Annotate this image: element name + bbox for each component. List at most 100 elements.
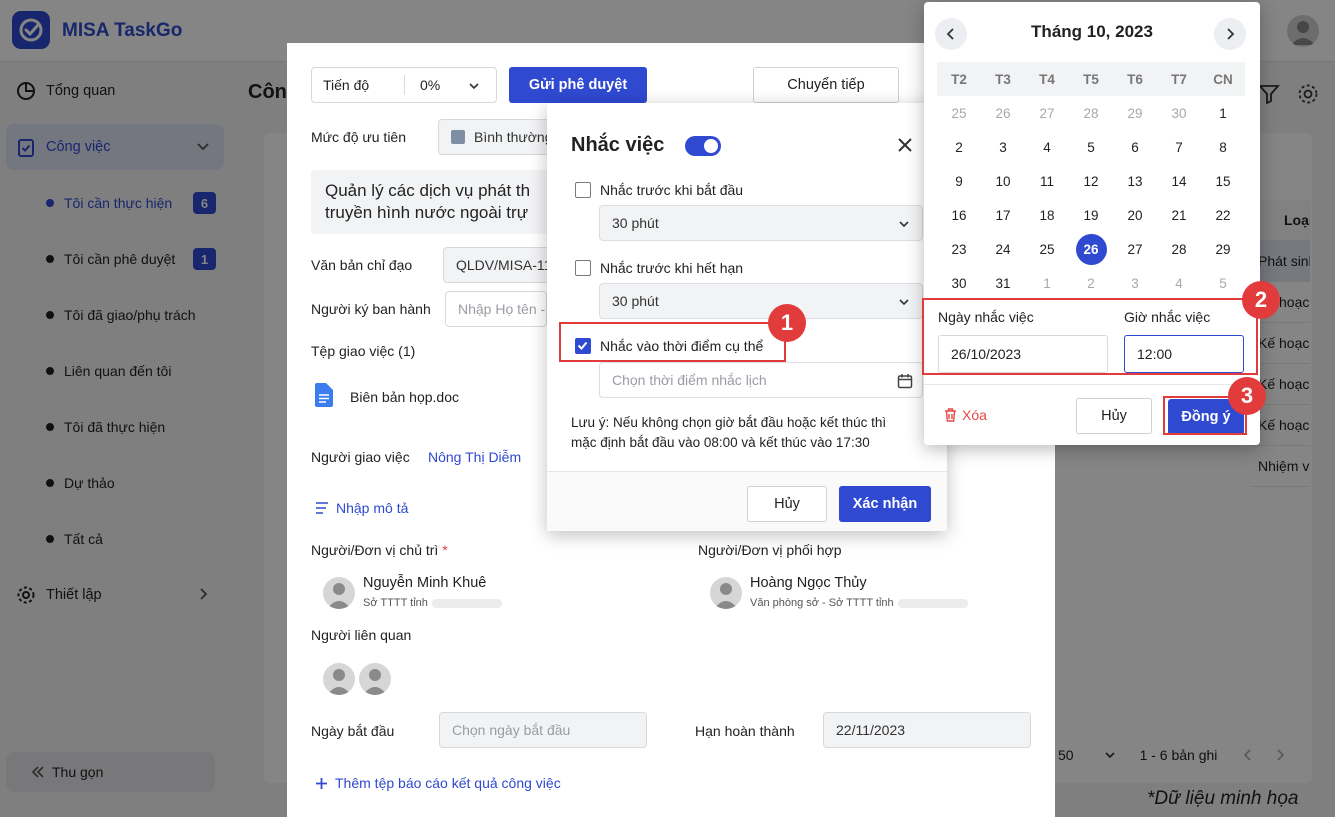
calendar-day[interactable]: 15 [1201, 164, 1245, 198]
checkbox[interactable] [575, 182, 591, 198]
calendar-day[interactable]: 11 [1025, 164, 1069, 198]
file-name[interactable]: Biên bản họp.doc [350, 389, 459, 405]
before-end-select[interactable]: 30 phút [599, 283, 923, 319]
related-avatar[interactable] [359, 659, 395, 699]
calendar-day-label: 12 [1083, 173, 1099, 189]
calendar-day[interactable]: 5 [1069, 130, 1113, 164]
calendar-day[interactable]: 28 [1069, 96, 1113, 130]
calendar-day[interactable]: 24 [981, 232, 1025, 266]
calendar-day-label: 3 [999, 139, 1007, 155]
calendar-day[interactable]: 3 [1113, 266, 1157, 300]
calendar-day[interactable]: 29 [1201, 232, 1245, 266]
calendar-day-label: 20 [1127, 207, 1143, 223]
calendar-day[interactable]: 16 [937, 198, 981, 232]
assigner-value[interactable]: Nông Thị Diễm [428, 449, 521, 465]
start-date-input[interactable]: Chọn ngày bắt đầu [439, 712, 647, 748]
calendar-day[interactable]: 4 [1025, 130, 1069, 164]
calendar-day[interactable]: 25 [1025, 232, 1069, 266]
calendar-day[interactable]: 19 [1069, 198, 1113, 232]
directive-field[interactable]: QLDV/MISA-111 [443, 247, 553, 283]
calendar-day[interactable]: 27 [1025, 96, 1069, 130]
priority-label: Mức độ ưu tiên [311, 129, 407, 145]
calendar-day[interactable]: 1 [1201, 96, 1245, 130]
calendar-day[interactable]: 31 [981, 266, 1025, 300]
calendar-day-label: 29 [1215, 241, 1231, 257]
person-name: Nguyễn Minh Khuê [363, 575, 487, 591]
before-start-select[interactable]: 30 phút [599, 205, 923, 241]
reminder-confirm-button[interactable]: Xác nhận [839, 486, 931, 522]
weekday-label: T5 [1083, 71, 1099, 87]
delete-label: Xóa [962, 407, 987, 423]
coop-label: Người/Đơn vị phối hợp [698, 542, 842, 558]
calendar-day[interactable]: 30 [1157, 96, 1201, 130]
calendar-day[interactable]: 23 [937, 232, 981, 266]
calendar-day[interactable]: 21 [1157, 198, 1201, 232]
add-report-link[interactable]: Thêm tệp báo cáo kết quả công việc [315, 775, 561, 791]
delete-button[interactable]: Xóa [944, 407, 987, 423]
calendar-day[interactable]: 26 [1069, 232, 1113, 266]
calendar-icon[interactable] [897, 373, 913, 389]
calendar-day[interactable]: 13 [1113, 164, 1157, 198]
directive-label: Văn bản chỉ đạo [311, 257, 413, 273]
owner-person[interactable]: Nguyễn Minh Khuê Sở TTTT tỉnh [323, 573, 583, 613]
reminder-toggle[interactable] [685, 136, 721, 156]
progress-select[interactable]: Tiến độ 0% [311, 67, 497, 103]
calendar-day[interactable]: 4 [1157, 266, 1201, 300]
calendar-day-label: 27 [1039, 105, 1055, 121]
calendar-day[interactable]: 8 [1201, 130, 1245, 164]
calendar-day[interactable]: 30 [937, 266, 981, 300]
calendar-day[interactable]: 27 [1113, 232, 1157, 266]
calendar-day[interactable]: 2 [1069, 266, 1113, 300]
calendar-day-label: 1 [1219, 105, 1227, 121]
person-org-text: Sở TTTT tỉnh [363, 597, 428, 609]
due-date-input[interactable]: 22/11/2023 [823, 712, 1031, 748]
coop-person[interactable]: Hoàng Ngọc Thủy Văn phòng sở - Sở TTTT t… [710, 573, 990, 613]
add-description-link[interactable]: Nhập mô tả [315, 500, 408, 516]
calendar-day[interactable]: 26 [981, 96, 1025, 130]
calendar-day[interactable]: 5 [1201, 266, 1245, 300]
calendar-day[interactable]: 25 [937, 96, 981, 130]
checkbox[interactable] [575, 260, 591, 276]
specific-time-input[interactable]: Chọn thời điểm nhắc lịch [599, 362, 923, 398]
option-label: Nhắc trước khi bắt đầu [600, 182, 744, 198]
signer-input[interactable]: Nhập Họ tên - [445, 291, 547, 327]
next-month-button[interactable] [1214, 18, 1246, 50]
option-before-start[interactable]: Nhắc trước khi bắt đầu [575, 179, 743, 201]
calendar-day[interactable]: 18 [1025, 198, 1069, 232]
calendar-day[interactable]: 20 [1113, 198, 1157, 232]
document-icon [315, 383, 333, 407]
calendar-day[interactable]: 3 [981, 130, 1025, 164]
calendar-day[interactable]: 10 [981, 164, 1025, 198]
calendar-day[interactable]: 22 [1201, 198, 1245, 232]
option-before-end[interactable]: Nhắc trước khi hết hạn [575, 257, 743, 279]
progress-value: 0% [420, 77, 441, 93]
calendar-day-label: 22 [1215, 207, 1231, 223]
calendar-day[interactable]: 14 [1157, 164, 1201, 198]
related-avatar[interactable] [323, 659, 359, 699]
highlight-box [559, 322, 786, 362]
close-icon[interactable] [896, 136, 914, 154]
calendar-day[interactable]: 29 [1113, 96, 1157, 130]
calendar-week-row: 16 17 18 19 20 21 22 [937, 198, 1245, 232]
calendar-day[interactable]: 17 [981, 198, 1025, 232]
reminder-cancel-button[interactable]: Hủy [747, 486, 827, 522]
calendar-day[interactable]: 2 [937, 130, 981, 164]
calendar-day-label: 13 [1127, 173, 1143, 189]
calendar-day-label: 5 [1087, 139, 1095, 155]
forward-button[interactable]: Chuyển tiếp [753, 67, 899, 103]
calendar-day[interactable]: 6 [1113, 130, 1157, 164]
calendar-week-row: 2 3 4 5 6 7 8 [937, 130, 1245, 164]
task-title[interactable]: Quản lý các dịch vụ phát th truyền hình … [311, 170, 571, 234]
person-org: Văn phòng sở - Sở TTTT tỉnh [750, 597, 968, 609]
picker-cancel-button[interactable]: Hủy [1076, 398, 1152, 434]
calendar-day[interactable]: 1 [1025, 266, 1069, 300]
calendar-day-label: 1 [1043, 275, 1051, 291]
calendar-day[interactable]: 12 [1069, 164, 1113, 198]
dialog-title: Nhắc việc [571, 134, 665, 156]
calendar-day[interactable]: 28 [1157, 232, 1201, 266]
calendar-day[interactable]: 7 [1157, 130, 1201, 164]
calendar-day-label: 24 [995, 241, 1011, 257]
calendar-day-label: 30 [1171, 105, 1187, 121]
send-approval-button[interactable]: Gửi phê duyệt [509, 67, 647, 103]
calendar-day[interactable]: 9 [937, 164, 981, 198]
